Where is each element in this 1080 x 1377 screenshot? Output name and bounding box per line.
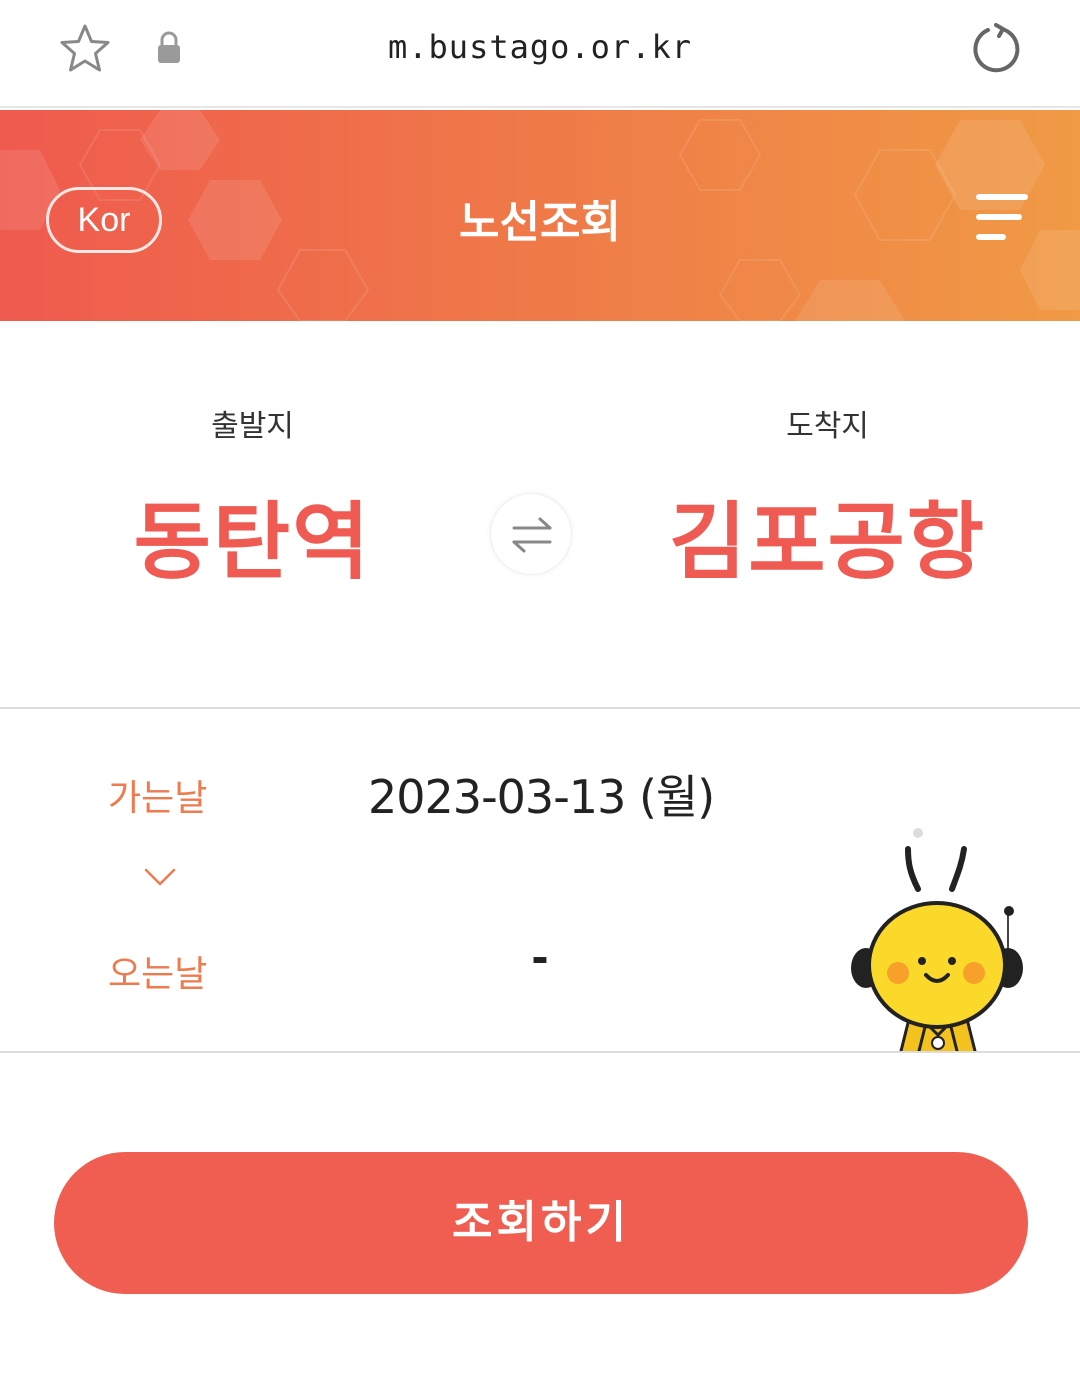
departure-date-value[interactable]: 2023-03-13 (월) xyxy=(368,761,715,827)
departure-date-label[interactable]: 가는날 xyxy=(108,769,207,821)
arrival-value[interactable]: 김포공항 xyxy=(640,475,1015,596)
url-text[interactable]: m.bustago.or.kr xyxy=(0,28,1080,66)
swap-arrows-icon xyxy=(512,517,552,553)
page-title: 노선조회 xyxy=(459,197,621,248)
return-date-value[interactable]: - xyxy=(520,933,560,982)
chevron-down-icon xyxy=(144,868,176,886)
reload-icon[interactable] xyxy=(966,20,1026,80)
departure-label: 출발지 xyxy=(211,409,294,444)
return-date-label[interactable]: 오는날 xyxy=(108,945,207,997)
departure-value[interactable]: 동탄역 xyxy=(80,475,425,596)
date-selector: 가는날 2023-03-13 (월) 오는날 - xyxy=(0,711,1080,1053)
hamburger-menu-icon[interactable] xyxy=(976,194,1028,240)
arrival-label: 도착지 xyxy=(786,409,869,444)
arrival-column[interactable]: 도착지 김포공항 xyxy=(640,401,1015,596)
browser-address-bar: m.bustago.or.kr xyxy=(0,0,1080,108)
search-button[interactable]: 조회하기 xyxy=(54,1152,1028,1294)
swap-button[interactable] xyxy=(490,493,572,575)
route-selector: 출발지 동탄역 도착지 김포공항 xyxy=(0,321,1080,709)
bee-mascot-image xyxy=(851,828,1023,1051)
app-header: Kor 노선조회 xyxy=(0,110,1080,321)
departure-column[interactable]: 출발지 동탄역 xyxy=(80,401,425,596)
